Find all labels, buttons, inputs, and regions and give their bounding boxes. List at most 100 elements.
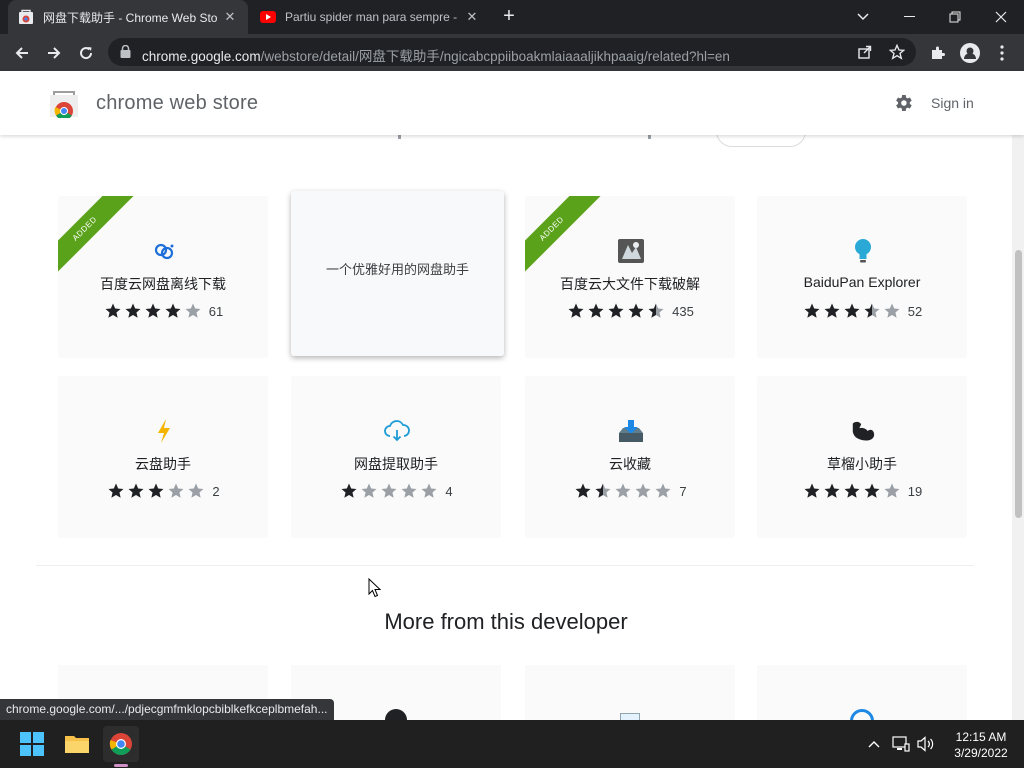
star-icon [648, 303, 664, 318]
rating-count: 435 [672, 303, 694, 319]
star-icon [421, 483, 437, 498]
star-rating: 61 [58, 302, 268, 320]
app-icon [620, 713, 640, 720]
close-tab-icon[interactable]: ✕ [464, 9, 480, 25]
scrollbar-thumb[interactable] [1015, 250, 1022, 518]
close-window-button[interactable] [978, 0, 1024, 34]
star-icon [361, 483, 377, 498]
back-button[interactable] [9, 40, 35, 66]
mouse-cursor-icon [368, 577, 382, 603]
star-icon [401, 483, 417, 498]
volume-icon[interactable] [916, 734, 936, 754]
extension-name: 云收藏 [609, 456, 651, 472]
store-title[interactable]: chrome web store [96, 92, 258, 115]
star-icon [148, 483, 164, 498]
new-tab-button[interactable]: + [498, 6, 520, 28]
app-tile-icon [618, 238, 644, 264]
star-rating: 435 [525, 302, 735, 320]
url-path: /webstore/detail/网盘下载助手/ngicabcppiiboakm… [260, 49, 730, 64]
developer-extension-card[interactable] [757, 665, 967, 720]
page-scrollbar[interactable] [1012, 135, 1024, 720]
extensions-icon[interactable] [929, 44, 947, 62]
stars [802, 482, 902, 500]
link-status-bubble: chrome.google.com/.../pdjecgmfmklopcbibl… [0, 699, 334, 720]
lock-icon[interactable] [120, 44, 131, 63]
address-bar[interactable]: chrome.google.com/webstore/detail/网盘下载助手… [108, 38, 916, 66]
star-rating: 19 [757, 482, 967, 500]
star-icon [165, 303, 181, 318]
related-extension-card[interactable]: 云盘助手 2 [58, 376, 268, 538]
clock-time: 12:15 AM [955, 730, 1007, 744]
windows-taskbar: 12:15 AM 3/29/2022 [0, 720, 1024, 768]
store-header: chrome web store Sign in [0, 71, 1024, 135]
tab-title: 网盘下载助手 - Chrome Web Sto [43, 10, 218, 25]
windows-start-icon[interactable] [14, 726, 50, 762]
star-icon [628, 303, 644, 318]
chrome-web-store-icon [18, 9, 34, 25]
related-extension-card[interactable]: 网盘提取助手 4 [291, 376, 501, 538]
menu-kebab-icon[interactable] [993, 44, 1011, 62]
star-icon [655, 483, 671, 498]
share-icon[interactable] [856, 43, 874, 61]
sign-in-link[interactable]: Sign in [931, 95, 974, 111]
star-icon [341, 483, 357, 498]
related-extension-card[interactable]: BaiduPan Explorer 52 [757, 196, 967, 358]
star-rating: 52 [757, 302, 967, 320]
related-extension-card-hover[interactable]: 一个优雅好用的网盘助手 [291, 191, 504, 356]
star-icon [588, 303, 604, 318]
related-extension-card[interactable]: 草榴小助手 19 [757, 376, 967, 538]
download-tray-icon [618, 418, 644, 444]
extension-name: 网盘提取助手 [354, 456, 438, 472]
rating-count: 61 [208, 303, 224, 319]
muscle-icon [850, 418, 876, 444]
star-icon [128, 483, 144, 498]
star-icon [824, 483, 840, 498]
related-extension-card[interactable]: ADDED 百度云网盘离线下载 61 [58, 196, 268, 358]
related-extension-card[interactable]: ADDED 百度云大文件下载破解 435 [525, 196, 735, 358]
minimize-button[interactable] [886, 0, 932, 34]
forward-button[interactable] [41, 40, 67, 66]
chevron-up-icon[interactable] [864, 734, 884, 754]
chrome-taskbar-icon[interactable] [103, 726, 139, 762]
star-icon [575, 483, 591, 498]
star-icon [615, 483, 631, 498]
star-icon [864, 303, 880, 318]
taskbar-clock[interactable]: 12:15 AM 3/29/2022 [946, 729, 1016, 761]
close-tab-icon[interactable]: ✕ [222, 9, 238, 25]
tab-title: Partiu spider man para sempre - [285, 10, 458, 24]
lightning-icon [151, 418, 177, 444]
extension-description: 一个优雅好用的网盘助手 [325, 262, 469, 277]
gear-icon[interactable] [892, 92, 914, 114]
star-icon [804, 303, 820, 318]
profile-avatar-icon[interactable] [960, 43, 980, 63]
tab-chrome-web-store[interactable]: 网盘下载助手 - Chrome Web Sto ✕ [8, 0, 248, 34]
partial-text [648, 135, 651, 139]
star-icon [864, 483, 880, 498]
star-icon [844, 483, 860, 498]
partial-button[interactable] [716, 135, 806, 147]
star-icon [105, 303, 121, 318]
reload-button[interactable] [73, 40, 99, 66]
tab-strip: 网盘下载助手 - Chrome Web Sto ✕ Partiu spider … [0, 0, 1024, 34]
network-icon[interactable] [891, 734, 911, 754]
url-host: chrome.google.com [142, 49, 261, 64]
chrome-web-store-logo[interactable] [49, 88, 79, 121]
bookmark-star-icon[interactable] [888, 43, 906, 61]
extension-name: BaiduPan Explorer [803, 274, 921, 290]
partial-text [398, 135, 401, 139]
star-icon [635, 483, 651, 498]
rating-count: 7 [679, 483, 687, 499]
section-divider [36, 565, 974, 566]
related-extension-card[interactable]: 云收藏 7 [525, 376, 735, 538]
file-explorer-icon[interactable] [59, 726, 95, 762]
tab-search-icon[interactable] [840, 0, 886, 34]
tab-youtube[interactable]: Partiu spider man para sempre - ✕ [250, 0, 490, 34]
youtube-icon [260, 9, 276, 25]
star-icon [108, 483, 124, 498]
restore-button[interactable] [932, 0, 978, 34]
star-icon [608, 303, 624, 318]
developer-extension-card[interactable] [525, 665, 735, 720]
extension-name: 云盘助手 [135, 456, 191, 472]
stars [103, 302, 203, 320]
rating-count: 4 [445, 483, 453, 499]
